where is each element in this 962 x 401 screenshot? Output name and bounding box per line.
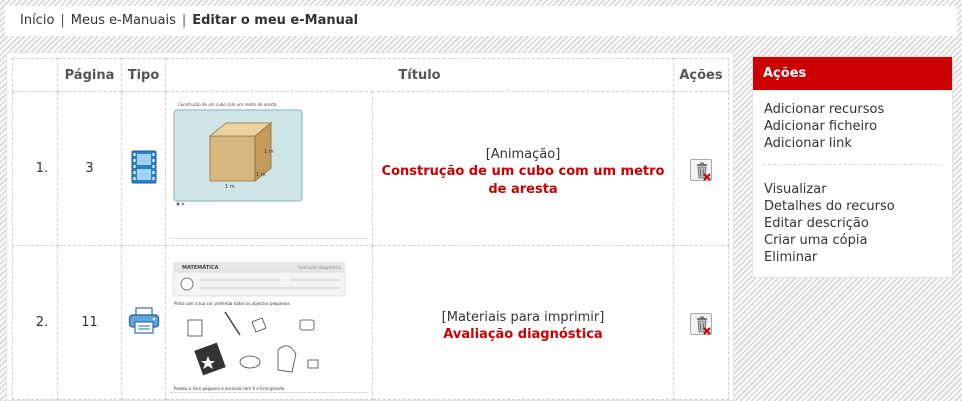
sidebar-group-resource: Visualizar Detalhes do recurso Editar de… bbox=[753, 165, 952, 266]
sidebar-item-details[interactable]: Detalhes do recurso bbox=[764, 198, 952, 215]
resource-title-link[interactable]: Construção de um cubo com um metro de ar… bbox=[381, 163, 665, 199]
printer-icon bbox=[128, 306, 160, 335]
thumb-label: 1 m bbox=[225, 184, 235, 190]
sidebar-item-edit-description[interactable]: Editar descrição bbox=[764, 215, 952, 232]
resources-table: Página Tipo Título Ações 1. 3 Construção… bbox=[12, 58, 729, 400]
thumb-question-1: Pinta com a tua cor preferida todos os o… bbox=[174, 301, 291, 306]
actions-sidebar: Ações Adicionar recursos Adicionar fiche… bbox=[752, 56, 953, 278]
animation-thumbnail[interactable]: Construção de um cubo com um metro de ar… bbox=[170, 96, 368, 239]
row-title-cell: [Materiais para imprimir] Avaliação diag… bbox=[372, 245, 674, 400]
breadcrumb-home-link[interactable]: Início bbox=[20, 13, 54, 28]
sidebar-item-add-link[interactable]: Adicionar link bbox=[764, 135, 952, 152]
thumb-label: 1 m bbox=[256, 172, 266, 178]
row-actions bbox=[673, 91, 729, 246]
thumb-header: MATEMÁTICA bbox=[182, 264, 219, 271]
breadcrumb-current: Editar o meu e-Manual bbox=[192, 13, 359, 28]
row-thumbnail-cell: Construção de um cubo com um metro de ar… bbox=[165, 91, 373, 246]
thumb-label: 1 m bbox=[264, 149, 274, 155]
sidebar-item-copy[interactable]: Criar uma cópia bbox=[764, 232, 952, 249]
row-page: 3 bbox=[57, 91, 122, 246]
trash-icon bbox=[697, 162, 711, 181]
row-index: 1. bbox=[12, 91, 58, 246]
table-header-row: Página Tipo Título Ações bbox=[12, 58, 729, 92]
header-type: Tipo bbox=[121, 58, 166, 92]
sidebar-item-add-file[interactable]: Adicionar ficheiro bbox=[764, 118, 952, 135]
breadcrumb-manuals-link[interactable]: Meus e-Manuais bbox=[71, 13, 176, 28]
header-title: Título bbox=[165, 58, 674, 92]
resources-panel: Página Tipo Título Ações 1. 3 Construção… bbox=[6, 52, 734, 401]
table-row: 1. 3 Construção de um cubo com um metro … bbox=[12, 91, 729, 246]
breadcrumb: Início | Meus e-Manuais | Editar o meu e-Man… bbox=[5, 6, 957, 36]
row-actions bbox=[673, 245, 729, 400]
thumb-header-right: Avaliação diagnóstica bbox=[298, 265, 342, 270]
worksheet-thumbnail[interactable]: MATEMÁTICA Avaliação diagnóstica Pinta c… bbox=[170, 250, 368, 393]
header-actions: Ações bbox=[673, 58, 729, 92]
row-thumbnail-cell: MATEMÁTICA Avaliação diagnóstica Pinta c… bbox=[165, 245, 373, 400]
sidebar-item-delete[interactable]: Eliminar bbox=[764, 249, 952, 266]
sidebar-header: Ações bbox=[753, 57, 952, 90]
breadcrumb-separator: | bbox=[181, 13, 187, 28]
row-index: 2. bbox=[12, 245, 58, 400]
table-row: 2. 11 MATEMÁTICA Avaliação diagnóstica P… bbox=[12, 245, 729, 400]
row-type bbox=[121, 245, 166, 400]
header-page: Página bbox=[57, 58, 122, 92]
thumb-caption: Construção de um cubo com um metro de ar… bbox=[178, 102, 277, 107]
resource-category: [Animação] bbox=[485, 146, 561, 162]
sidebar-item-view[interactable]: Visualizar bbox=[764, 181, 952, 198]
resource-title-link[interactable]: Avaliação diagnóstica bbox=[381, 326, 665, 344]
delete-button[interactable] bbox=[690, 313, 712, 335]
row-page: 11 bbox=[57, 245, 122, 400]
resource-category: [Materiais para imprimir] bbox=[441, 309, 605, 325]
thumb-question-2: Rodeia o livro pequeno e assinala com X … bbox=[174, 386, 285, 391]
film-icon bbox=[131, 150, 157, 184]
trash-icon bbox=[697, 316, 711, 335]
breadcrumb-separator: | bbox=[60, 13, 65, 28]
header-index bbox=[12, 58, 58, 92]
sidebar-item-add-resources[interactable]: Adicionar recursos bbox=[764, 101, 952, 118]
row-type bbox=[121, 91, 166, 246]
row-title-cell: [Animação] Construção de um cubo com um … bbox=[372, 91, 674, 246]
sidebar-group-add: Adicionar recursos Adicionar ficheiro Ad… bbox=[753, 90, 952, 152]
delete-button[interactable] bbox=[690, 159, 712, 181]
